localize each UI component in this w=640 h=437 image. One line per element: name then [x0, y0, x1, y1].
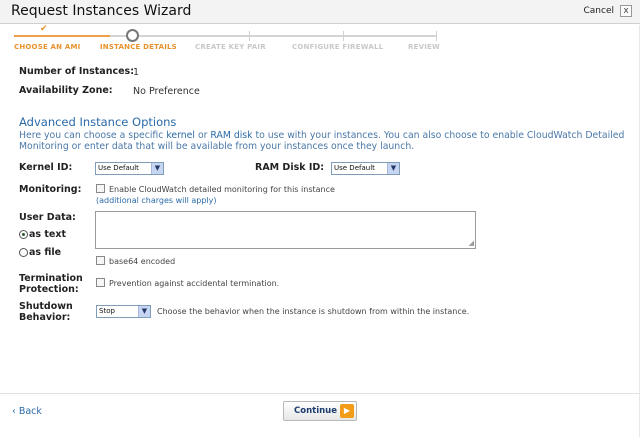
step-review: REVIEW — [408, 43, 440, 51]
additional-charges-link[interactable]: (additional charges will apply) — [96, 196, 217, 205]
step-tickmark — [343, 31, 344, 41]
shutdown-behavior-select[interactable]: Stop ▼ — [96, 305, 151, 318]
shutdown-behavior-value: Stop — [99, 307, 115, 315]
ramdisk-id-label: RAM Disk ID: — [255, 162, 325, 173]
as-file-radio[interactable] — [19, 248, 28, 257]
step-configure-firewall: CONFIGURE FIREWALL — [292, 43, 384, 51]
kernel-id-select[interactable]: Use Default ▼ — [95, 162, 164, 175]
title-bar: Request Instances Wizard Cancel x — [0, 0, 640, 24]
step-instance-details: INSTANCE DETAILS — [100, 43, 177, 51]
section-description: Here you can choose a specific kernel or… — [19, 130, 629, 152]
as-text-radio[interactable] — [19, 230, 28, 239]
shutdown-label-2: Behavior: — [19, 312, 71, 323]
monitoring-label: Monitoring: — [19, 184, 82, 195]
window-title: Request Instances Wizard — [11, 3, 192, 19]
ramdisk-id-select[interactable]: Use Default ▼ — [331, 162, 400, 175]
ramdisk-id-value: Use Default — [334, 164, 375, 172]
base64-label: base64 encoded — [109, 257, 176, 266]
check-icon: ✔ — [40, 24, 48, 34]
wizard-steps: ✔ CHOOSE AN AMI INSTANCE DETAILS CREATE … — [0, 24, 640, 57]
continue-label: Continue — [294, 406, 337, 416]
termination-label: Termination — [19, 273, 83, 284]
arrow-right-icon: ▶ — [340, 404, 354, 418]
step-tickmark — [436, 31, 437, 41]
zone-label: Availability Zone: — [19, 85, 113, 96]
step-tickmark — [249, 31, 250, 41]
step-choose-ami: CHOOSE AN AMI — [14, 43, 81, 51]
termination-label-2: Protection: — [19, 284, 79, 295]
as-file-label: as file — [29, 247, 62, 258]
base64-checkbox[interactable] — [96, 256, 105, 265]
instances-value: 1 — [133, 67, 140, 78]
desc-text: or — [194, 130, 211, 141]
kernel-id-label: Kernel ID: — [19, 162, 73, 173]
step-create-key-pair: CREATE KEY PAIR — [195, 43, 266, 51]
close-icon[interactable]: x — [620, 5, 632, 17]
back-link[interactable]: ‹ Back — [12, 406, 42, 417]
continue-button[interactable]: Continue ▶ — [283, 401, 357, 421]
user-data-textarea[interactable]: ◢ — [95, 211, 476, 249]
ramdisk-link[interactable]: RAM disk — [210, 130, 252, 141]
kernel-id-value: Use Default — [98, 164, 139, 172]
progress-track — [110, 35, 436, 37]
shutdown-text: Choose the behavior when the instance is… — [157, 307, 470, 316]
current-step-marker — [126, 29, 139, 42]
kernel-link[interactable]: kernel — [166, 130, 195, 141]
progress-track-done — [14, 35, 110, 37]
footer-divider — [0, 393, 640, 394]
user-data-label: User Data: — [19, 212, 76, 223]
chevron-down-icon: ▼ — [138, 306, 150, 317]
as-text-label: as text — [29, 229, 67, 240]
shutdown-label: Shutdown — [19, 301, 73, 312]
monitoring-text: Enable CloudWatch detailed monitoring fo… — [109, 185, 335, 194]
chevron-down-icon: ▼ — [387, 163, 399, 174]
resize-grip-icon[interactable]: ◢ — [469, 240, 474, 247]
section-title: Advanced Instance Options — [19, 115, 177, 129]
termination-text: Prevention against accidental terminatio… — [109, 279, 280, 288]
instances-label: Number of Instances: — [19, 66, 135, 77]
desc-text: Here you can choose a specific — [19, 130, 167, 141]
termination-checkbox[interactable] — [96, 278, 105, 287]
chevron-down-icon: ▼ — [151, 163, 163, 174]
zone-value: No Preference — [133, 86, 200, 97]
cancel-link[interactable]: Cancel — [584, 6, 615, 16]
monitoring-checkbox[interactable] — [96, 184, 105, 193]
